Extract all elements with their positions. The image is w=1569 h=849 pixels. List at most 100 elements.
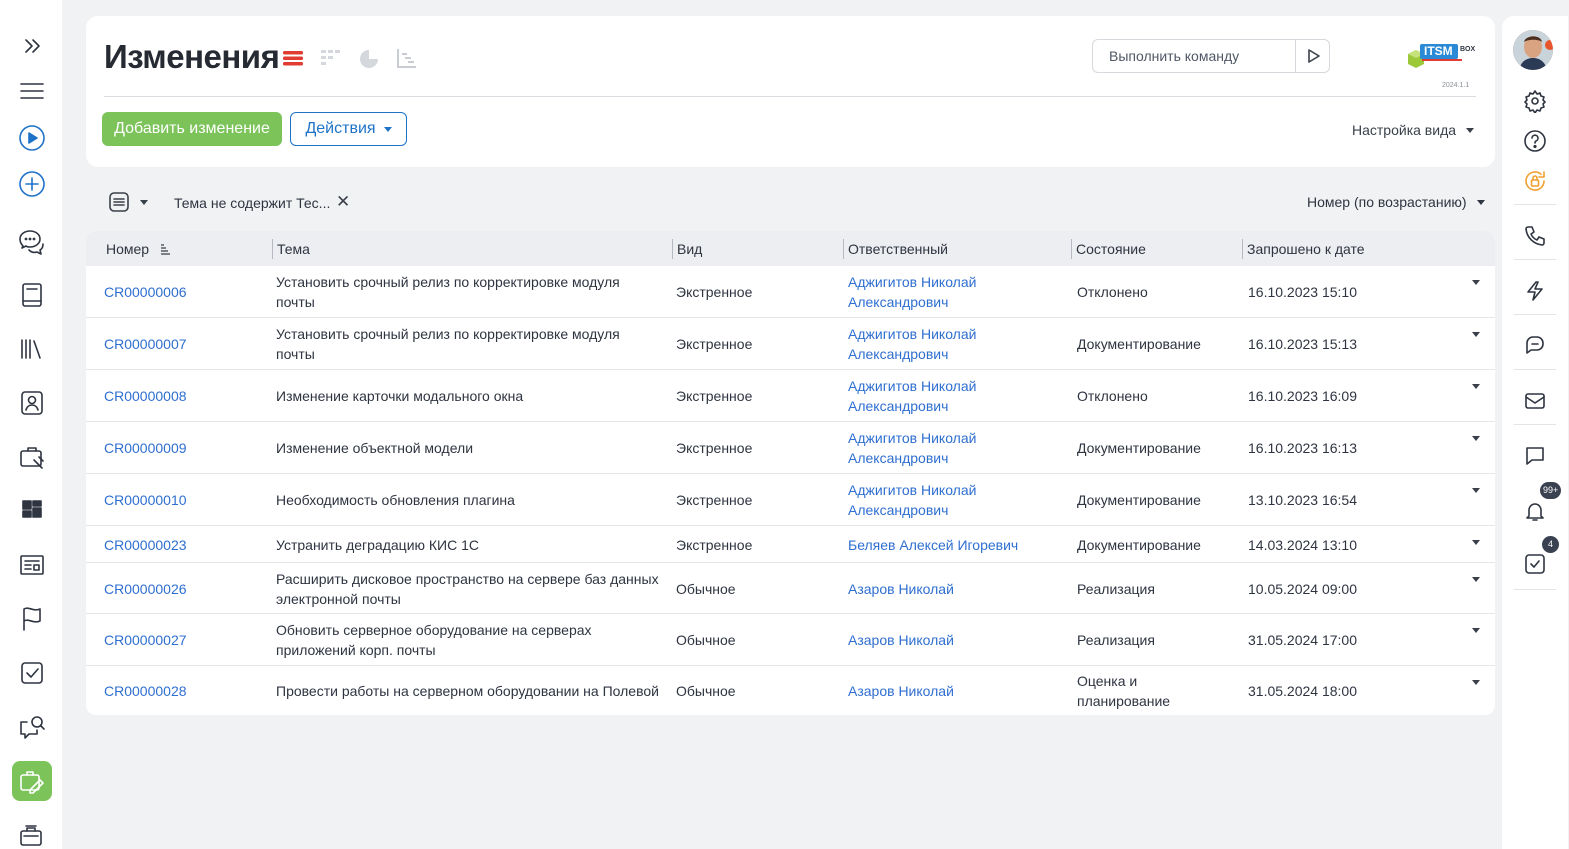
row-owner-link[interactable]: Аджигитов Николай Александрович xyxy=(848,376,976,416)
actions-dropdown-button[interactable]: Действия xyxy=(290,112,407,146)
row-number-link[interactable]: CR00000027 xyxy=(104,630,187,650)
problem-search-icon[interactable] xyxy=(12,707,52,747)
kanban-view-icon[interactable] xyxy=(319,46,343,74)
dashboard-icon[interactable] xyxy=(12,489,52,529)
column-header-type[interactable]: Вид xyxy=(677,241,702,257)
user-avatar[interactable] xyxy=(1513,30,1553,70)
phone-icon[interactable] xyxy=(1516,217,1554,255)
row-subject-line: Установить срочный релиз по корректировк… xyxy=(276,274,620,290)
column-header-owner[interactable]: Ответственный xyxy=(848,241,948,257)
row-owner-link[interactable]: Аджигитов Николай Александрович xyxy=(848,428,976,468)
column-separator[interactable] xyxy=(672,239,673,259)
row-expand-chevron-icon[interactable] xyxy=(1472,680,1480,685)
row-subject-line: приложений корп. почты xyxy=(276,642,436,658)
play-icon xyxy=(1308,49,1320,63)
reports-icon[interactable] xyxy=(12,545,52,585)
row-number-link[interactable]: CR00000006 xyxy=(104,282,187,302)
view-switcher xyxy=(281,46,419,74)
table-row[interactable]: CR00000028 Провести работы на серверном о… xyxy=(86,666,1495,715)
row-number-link[interactable]: CR00000023 xyxy=(104,535,187,555)
table-row[interactable]: CR00000010 Необходимость обновления плаги… xyxy=(86,474,1495,526)
sort-dropdown[interactable]: Номер (по возрастанию) xyxy=(1307,194,1485,210)
pie-chart-view-icon[interactable] xyxy=(357,46,381,74)
column-separator[interactable] xyxy=(272,239,273,259)
knowledge-book-icon[interactable] xyxy=(12,275,52,315)
row-number-link[interactable]: CR00000026 xyxy=(104,579,187,599)
row-owner-link[interactable]: Аджигитов Николай Александрович xyxy=(848,480,976,520)
row-subject-line: почты xyxy=(276,294,315,310)
releases-icon[interactable] xyxy=(12,815,52,849)
table-row[interactable]: CR00000023 Устранить деградацию КИС 1С Экс… xyxy=(86,526,1495,563)
row-expand-chevron-icon[interactable] xyxy=(1472,436,1480,441)
table-row[interactable]: CR00000008 Изменение карточки модального … xyxy=(86,370,1495,422)
table-row[interactable]: CR00000009 Изменение объектной модели Экст… xyxy=(86,422,1495,474)
chat-icon[interactable] xyxy=(1516,327,1554,365)
row-owner-link[interactable]: Аджигитов Николай Александрович xyxy=(848,324,976,364)
row-expand-chevron-icon[interactable] xyxy=(1472,540,1480,545)
row-owner-link[interactable]: Беляев Алексей Игоревич xyxy=(848,535,1018,555)
table-row[interactable]: CR00000006 Установить срочный релиз по ко… xyxy=(86,266,1495,318)
expand-sidebar-icon[interactable] xyxy=(12,26,52,66)
row-owner-link[interactable]: Азаров Николай xyxy=(848,681,954,701)
row-subject-line: почты xyxy=(276,346,315,362)
command-input[interactable] xyxy=(1093,40,1295,72)
column-separator[interactable] xyxy=(1242,239,1243,259)
play-circle-icon[interactable] xyxy=(12,118,52,158)
tasks-badge: 4 xyxy=(1542,536,1559,553)
row-status-line: Реализация xyxy=(1077,632,1155,648)
session-lock-icon[interactable] xyxy=(1516,162,1554,200)
run-command-button[interactable] xyxy=(1295,40,1330,72)
row-number-link[interactable]: CR00000007 xyxy=(104,334,187,354)
row-subject-line: Устранить деградацию КИС 1С xyxy=(276,537,480,553)
tasks-checkbox-icon[interactable] xyxy=(12,653,52,693)
row-status: Документирование xyxy=(1077,490,1201,510)
row-owner-link[interactable]: Азаров Николай xyxy=(848,579,954,599)
column-header-subject[interactable]: Тема xyxy=(277,241,310,257)
row-owner-link[interactable]: Аджигитов Николай Александрович xyxy=(848,272,976,312)
settings-gear-icon[interactable] xyxy=(1516,82,1554,120)
filter-menu-button[interactable] xyxy=(108,191,148,213)
row-number-link[interactable]: CR00000028 xyxy=(104,681,187,701)
row-subject-line: Изменение карточки модального окна xyxy=(276,388,524,404)
add-change-button[interactable]: Добавить изменение xyxy=(102,112,282,146)
row-expand-chevron-icon[interactable] xyxy=(1472,577,1480,582)
column-header-status[interactable]: Состояние xyxy=(1076,241,1146,257)
row-expand-chevron-icon[interactable] xyxy=(1472,628,1480,633)
view-settings-dropdown[interactable]: Настройка вида xyxy=(1352,122,1475,138)
column-header-number[interactable]: Номер xyxy=(106,241,171,257)
row-status-line: Документирование xyxy=(1077,336,1201,352)
clear-filter-icon[interactable]: ✕ xyxy=(336,193,350,211)
table-row[interactable]: CR00000026 Расширить дисковое пространств… xyxy=(86,563,1495,614)
row-owner-link[interactable]: Азаров Николай xyxy=(848,630,954,650)
quick-action-icon[interactable] xyxy=(1516,272,1554,310)
add-circle-icon[interactable] xyxy=(12,164,52,204)
row-number-link[interactable]: CR00000009 xyxy=(104,438,187,458)
row-expand-chevron-icon[interactable] xyxy=(1472,488,1480,493)
help-icon[interactable] xyxy=(1516,122,1554,160)
list-view-icon[interactable] xyxy=(281,46,305,74)
flag-icon[interactable] xyxy=(12,599,52,639)
menu-icon[interactable] xyxy=(12,71,52,111)
row-status: Документирование xyxy=(1077,334,1201,354)
filter-chip[interactable]: Тема не содержит Тес... xyxy=(174,195,330,211)
changes-icon[interactable] xyxy=(12,761,52,801)
row-expand-chevron-icon[interactable] xyxy=(1472,332,1480,337)
table-row[interactable]: CR00000007 Установить срочный релиз по ко… xyxy=(86,318,1495,370)
column-separator[interactable] xyxy=(1071,239,1072,259)
gantt-view-icon[interactable] xyxy=(395,46,419,74)
row-expand-chevron-icon[interactable] xyxy=(1472,384,1480,389)
service-tools-icon[interactable] xyxy=(12,437,52,477)
library-icon[interactable] xyxy=(12,329,52,369)
column-header-requested-date[interactable]: Запрошено к дате xyxy=(1247,241,1365,257)
message-icon[interactable] xyxy=(1516,437,1554,475)
row-number-link[interactable]: CR00000008 xyxy=(104,386,187,406)
header-card: Изменения ITSM BOX 2024.1.1 Добавит xyxy=(86,16,1495,167)
column-separator[interactable] xyxy=(843,239,844,259)
mail-icon[interactable] xyxy=(1516,382,1554,420)
table-row[interactable]: CR00000027 Обновить серверное оборудовани… xyxy=(86,614,1495,666)
row-number-link[interactable]: CR00000010 xyxy=(104,490,187,510)
chat-bubbles-icon[interactable] xyxy=(12,221,52,261)
chevron-down-icon xyxy=(140,199,148,205)
row-expand-chevron-icon[interactable] xyxy=(1472,280,1480,285)
contacts-icon[interactable] xyxy=(12,383,52,423)
